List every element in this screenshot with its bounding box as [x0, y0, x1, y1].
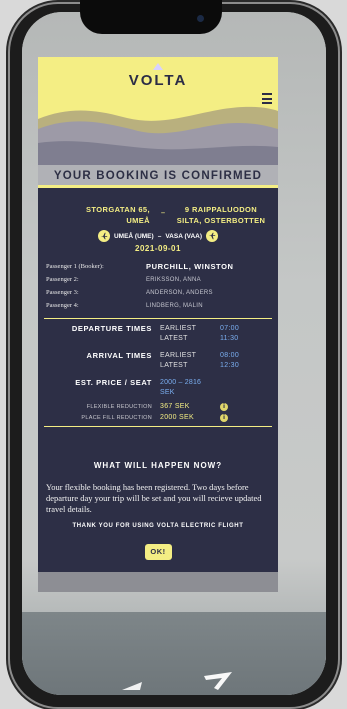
booking-app: VOLTA YOUR BOOKING IS CONFIRMED STORGATA… — [38, 57, 278, 592]
latest-label: LATEST — [160, 335, 188, 342]
ok-button[interactable]: OK! — [144, 544, 172, 560]
arrival-plane-icon — [206, 230, 219, 242]
arrival-earliest: 08:00 — [220, 352, 240, 359]
passenger-label: Passenger 1 (Booker): — [46, 263, 104, 270]
price-per-seat: EST. PRICE / SEAT 2000 – 2816 SEK — [46, 378, 270, 398]
footer-strip — [38, 572, 278, 592]
passenger-name: PURCHILL, WINSTON — [146, 262, 234, 271]
screen-glare — [122, 672, 232, 690]
travel-date: 2021-09-01 — [135, 244, 181, 253]
route-separator: – — [160, 208, 166, 218]
flexible-reduction-value: 367 SEK — [160, 403, 190, 410]
airport-route: UMEÅ (UME) – VASA (VAA) — [46, 230, 270, 242]
earliest-label: EARLIEST — [160, 325, 197, 332]
info-icon[interactable]: i — [220, 402, 228, 411]
flexible-reduction-row: FLEXIBLE REDUCTION 367 SEK i — [46, 401, 270, 412]
from-address: STORGATAN 65, UMEÅ — [86, 205, 150, 225]
section-divider — [44, 426, 272, 427]
passenger-label: Passenger 3: — [46, 289, 79, 296]
section-divider — [44, 318, 272, 319]
passenger-row: Passenger 1 (Booker): PURCHILL, WINSTON — [46, 260, 270, 273]
next-steps-title: WHAT WILL HAPPEN NOW? — [93, 461, 223, 470]
passenger-name: ANDERSON, ANDERS — [146, 289, 213, 296]
info-icon[interactable]: i — [220, 413, 228, 422]
earliest-label: EARLIEST — [160, 352, 197, 359]
to-address: 9 RAIPPALUODON SILTA, OSTERBOTTEN — [176, 205, 266, 225]
flexible-reduction-label: FLEXIBLE REDUCTION — [86, 403, 152, 410]
latest-label: LATEST — [160, 362, 188, 369]
from-airport: UMEÅ (UME) — [113, 232, 154, 240]
brand-pointer — [153, 63, 163, 70]
placefill-reduction-value: 2000 SEK — [160, 414, 194, 421]
placefill-reduction-label: PLACE FILL REDUCTION — [81, 414, 152, 421]
app-logo: VOLTA — [128, 72, 188, 89]
camera-icon — [197, 15, 204, 22]
departure-latest: 11:30 — [220, 335, 239, 342]
passenger-name: ERIKSSON, ANNA — [146, 276, 201, 283]
departure-plane-icon — [97, 230, 110, 242]
price-label: EST. PRICE / SEAT — [75, 378, 152, 387]
departure-times-label: DEPARTURE TIMES — [71, 324, 152, 333]
to-airport: VASA (VAA) — [165, 232, 203, 240]
arrival-times: ARRIVAL TIMES EARLIEST 08:00 LATEST 12:3… — [46, 351, 270, 371]
passenger-label: Passenger 2: — [46, 276, 79, 283]
passenger-list: Passenger 1 (Booker): PURCHILL, WINSTON … — [46, 260, 270, 312]
arrival-latest: 12:30 — [220, 362, 240, 369]
next-steps-body: Your flexible booking has been registere… — [46, 482, 262, 514]
ok-button-wrapper: OK! — [46, 539, 270, 560]
airport-separator: – — [157, 232, 162, 240]
passenger-name: LINDBERG, MALIN — [146, 302, 203, 309]
booking-panel: STORGATAN 65, UMEÅ – 9 RAIPPALUODON SILT… — [38, 185, 278, 572]
passenger-label: Passenger 4: — [46, 302, 79, 309]
menu-icon[interactable] — [262, 93, 272, 104]
placefill-reduction-row: PLACE FILL REDUCTION 2000 SEK i — [46, 412, 270, 423]
departure-times: DEPARTURE TIMES EARLIEST 07:00 LATEST 11… — [46, 324, 270, 344]
departure-earliest: 07:00 — [220, 325, 240, 332]
time-details: DEPARTURE TIMES EARLIEST 07:00 LATEST 11… — [46, 324, 270, 423]
confirmation-title: YOUR BOOKING IS CONFIRMED — [38, 165, 278, 185]
arrival-times-label: ARRIVAL TIMES — [86, 351, 152, 360]
passenger-row: Passenger 3: ANDERSON, ANDERS — [46, 286, 270, 299]
route-addresses: STORGATAN 65, UMEÅ – 9 RAIPPALUODON SILT… — [46, 188, 270, 226]
app-header: VOLTA — [38, 57, 278, 165]
thank-you-message: THANK YOU FOR USING VOLTA ELECTRIC FLIGH… — [72, 523, 244, 529]
passenger-row: Passenger 4: LINDBERG, MALIN — [46, 299, 270, 312]
price-value: 2000 – 2816 SEK — [160, 379, 202, 396]
passenger-row: Passenger 2: ERIKSSON, ANNA — [46, 273, 270, 286]
